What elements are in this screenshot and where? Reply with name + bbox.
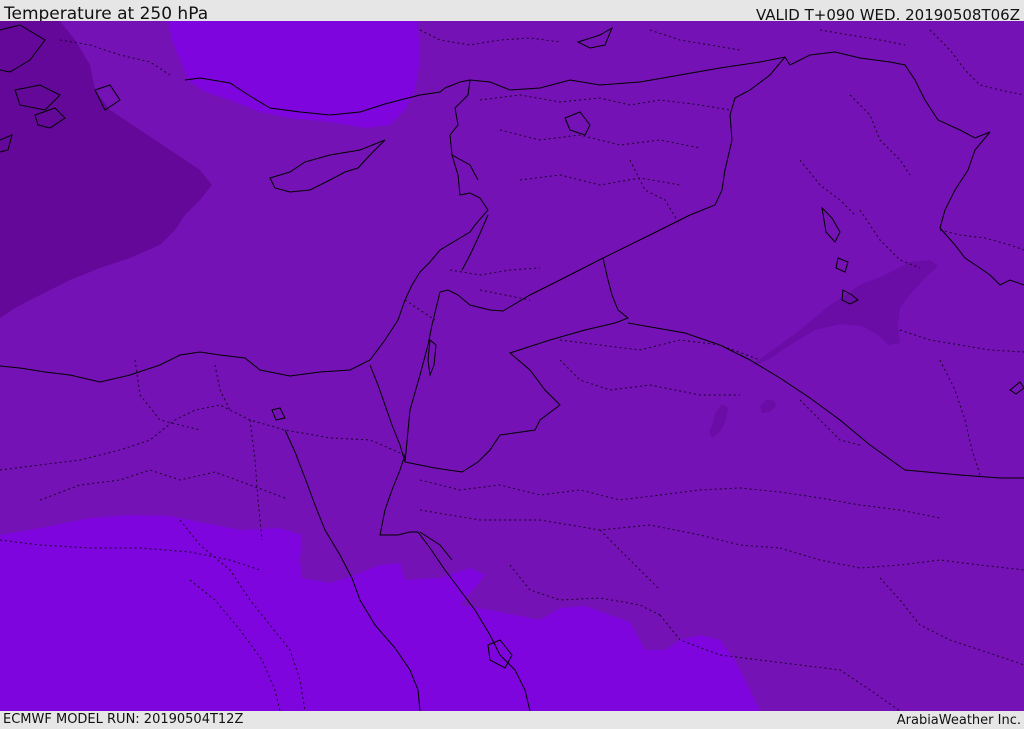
credit-label: ArabiaWeather Inc. [896, 713, 1021, 728]
temperature-map [0, 21, 1024, 711]
model-run-label: ECMWF MODEL RUN: 20190504T12Z [3, 712, 244, 727]
map-figure: Temperature at 250 hPa VALID T+090 WED. … [0, 0, 1024, 729]
